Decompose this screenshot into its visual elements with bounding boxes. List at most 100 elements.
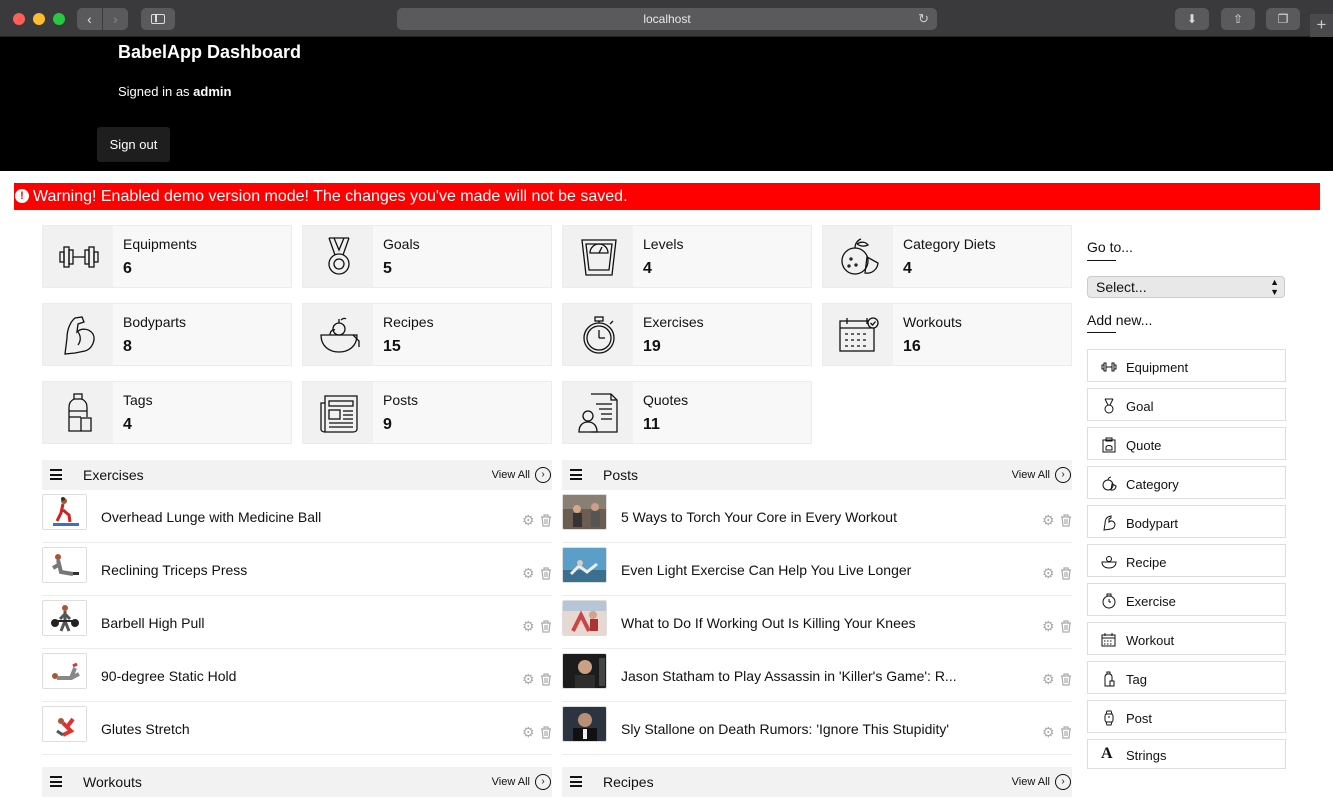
list-item[interactable]: Reclining Triceps Press ⚙ xyxy=(42,543,552,596)
back-button[interactable]: ‹ xyxy=(77,8,102,30)
stat-card-workouts[interactable]: Workouts 16 xyxy=(822,303,1072,366)
menu-icon[interactable] xyxy=(50,776,62,787)
add-post-button[interactable]: Post xyxy=(1087,700,1286,733)
list-item[interactable]: 90-degree Static Hold ⚙ xyxy=(42,649,552,702)
add-exercise-button[interactable]: Exercise xyxy=(1087,583,1286,616)
menu-icon[interactable] xyxy=(570,776,582,787)
view-all-link[interactable]: View All xyxy=(1012,469,1050,481)
arrow-right-icon[interactable]: › xyxy=(535,467,551,483)
view-all-link[interactable]: View All xyxy=(492,469,530,481)
stat-card-quotes[interactable]: Quotes 11 xyxy=(562,381,812,444)
trash-icon[interactable] xyxy=(540,620,552,633)
add-strings-button[interactable]: A Strings xyxy=(1087,739,1286,769)
post-thumbnail xyxy=(562,494,607,530)
stat-card-tags[interactable]: Tags 4 xyxy=(42,381,292,444)
trash-icon[interactable] xyxy=(540,567,552,580)
list-item[interactable]: Sly Stallone on Death Rumors: 'Ignore Th… xyxy=(562,702,1072,755)
forward-button[interactable]: › xyxy=(103,8,128,30)
stat-card-recipes[interactable]: Recipes 15 xyxy=(302,303,552,366)
watch-icon xyxy=(1104,710,1114,726)
add-equipment-button[interactable]: Equipment xyxy=(1087,349,1286,382)
button-label: Recipe xyxy=(1126,555,1167,570)
add-workout-button[interactable]: Workout xyxy=(1087,622,1286,655)
view-all-link[interactable]: View All xyxy=(492,776,530,788)
list-item[interactable]: 5 Ways to Torch Your Core in Every Worko… xyxy=(562,490,1072,543)
stat-card-levels[interactable]: Levels 4 xyxy=(562,225,812,288)
stat-card-category-diets[interactable]: Category Diets 4 xyxy=(822,225,1072,288)
demo-warning-banner: ! Warning! Enabled demo version mode! Th… xyxy=(14,183,1320,210)
stat-label: Goals xyxy=(383,236,420,252)
list-item[interactable]: Overhead Lunge with Medicine Ball ⚙ xyxy=(42,490,552,543)
downloads-button[interactable]: ⬇ xyxy=(1175,8,1209,30)
item-title: Glutes Stretch xyxy=(101,721,190,737)
gear-icon[interactable]: ⚙ xyxy=(522,513,536,527)
trash-icon[interactable] xyxy=(1060,567,1072,580)
stat-card-goals[interactable]: Goals 5 xyxy=(302,225,552,288)
gear-icon[interactable]: ⚙ xyxy=(1042,672,1056,686)
list-item[interactable]: What to Do If Working Out Is Killing You… xyxy=(562,596,1072,649)
dumbbell-icon xyxy=(59,246,99,268)
divider xyxy=(1087,260,1116,261)
address-bar[interactable]: localhost ↻ xyxy=(397,8,937,30)
add-quote-button[interactable]: Quote xyxy=(1087,427,1286,460)
minimize-window-button[interactable] xyxy=(33,13,45,25)
add-category-button[interactable]: Category xyxy=(1087,466,1286,499)
stat-label: Tags xyxy=(123,392,153,408)
stat-card-posts[interactable]: Posts 9 xyxy=(302,381,552,444)
list-item[interactable]: Jason Statham to Play Assassin in 'Kille… xyxy=(562,649,1072,702)
gear-icon[interactable]: ⚙ xyxy=(1042,725,1056,739)
add-recipe-button[interactable]: Recipe xyxy=(1087,544,1286,577)
add-goal-button[interactable]: Goal xyxy=(1087,388,1286,421)
tab-overview-button[interactable]: ❐ xyxy=(1266,8,1300,30)
trash-icon[interactable] xyxy=(540,726,552,739)
gear-icon[interactable]: ⚙ xyxy=(522,566,536,580)
stat-label: Category Diets xyxy=(903,236,996,252)
share-button[interactable]: ⇧ xyxy=(1221,8,1255,30)
trash-icon[interactable] xyxy=(1060,514,1072,527)
reload-icon[interactable]: ↻ xyxy=(918,8,929,30)
stat-count: 15 xyxy=(383,338,401,355)
list-item[interactable]: Barbell High Pull ⚙ xyxy=(42,596,552,649)
zoom-window-button[interactable] xyxy=(53,13,65,25)
gear-icon[interactable]: ⚙ xyxy=(522,619,536,633)
button-label: Equipment xyxy=(1126,360,1189,375)
scale-icon xyxy=(581,239,617,276)
close-window-button[interactable] xyxy=(13,13,25,25)
trash-icon[interactable] xyxy=(1060,620,1072,633)
sidebar-toggle-button[interactable] xyxy=(141,8,175,30)
item-title: 90-degree Static Hold xyxy=(101,668,237,684)
sign-out-button[interactable]: Sign out xyxy=(97,127,170,162)
menu-icon[interactable] xyxy=(570,469,582,480)
stat-count: 19 xyxy=(643,338,661,355)
bowl-icon xyxy=(320,317,360,353)
add-bodypart-button[interactable]: Bodypart xyxy=(1087,505,1286,538)
gear-icon[interactable]: ⚙ xyxy=(522,725,536,739)
arrow-right-icon[interactable]: › xyxy=(1055,467,1071,483)
signed-in-text: Signed in as admin xyxy=(118,84,231,99)
gear-icon[interactable]: ⚙ xyxy=(1042,619,1056,633)
menu-icon[interactable] xyxy=(50,469,62,480)
trash-icon[interactable] xyxy=(540,673,552,686)
stat-card-equipments[interactable]: Equipments 6 xyxy=(42,225,292,288)
page-title: BabelApp Dashboard xyxy=(118,42,302,62)
button-label: Quote xyxy=(1126,438,1162,453)
view-all-link[interactable]: View All xyxy=(1012,776,1050,788)
goto-select[interactable]: Select... ▲ ▼ xyxy=(1087,276,1285,298)
item-title: 5 Ways to Torch Your Core in Every Worko… xyxy=(621,509,897,525)
stat-card-bodyparts[interactable]: Bodyparts 8 xyxy=(42,303,292,366)
list-item[interactable]: Glutes Stretch ⚙ xyxy=(42,702,552,755)
arrow-right-icon[interactable]: › xyxy=(1055,774,1071,790)
gear-icon[interactable]: ⚙ xyxy=(1042,513,1056,527)
stat-card-exercises[interactable]: Exercises 19 xyxy=(562,303,812,366)
download-icon: ⬇ xyxy=(1186,12,1198,26)
list-item[interactable]: Even Light Exercise Can Help You Live Lo… xyxy=(562,543,1072,596)
trash-icon[interactable] xyxy=(1060,726,1072,739)
trash-icon[interactable] xyxy=(1060,673,1072,686)
arrow-right-icon[interactable]: › xyxy=(535,774,551,790)
new-tab-button[interactable]: + xyxy=(1310,14,1333,37)
trash-icon[interactable] xyxy=(540,514,552,527)
gear-icon[interactable]: ⚙ xyxy=(522,672,536,686)
gear-icon[interactable]: ⚙ xyxy=(1042,566,1056,580)
stat-count: 6 xyxy=(123,260,132,277)
add-tag-button[interactable]: Tag xyxy=(1087,661,1286,694)
